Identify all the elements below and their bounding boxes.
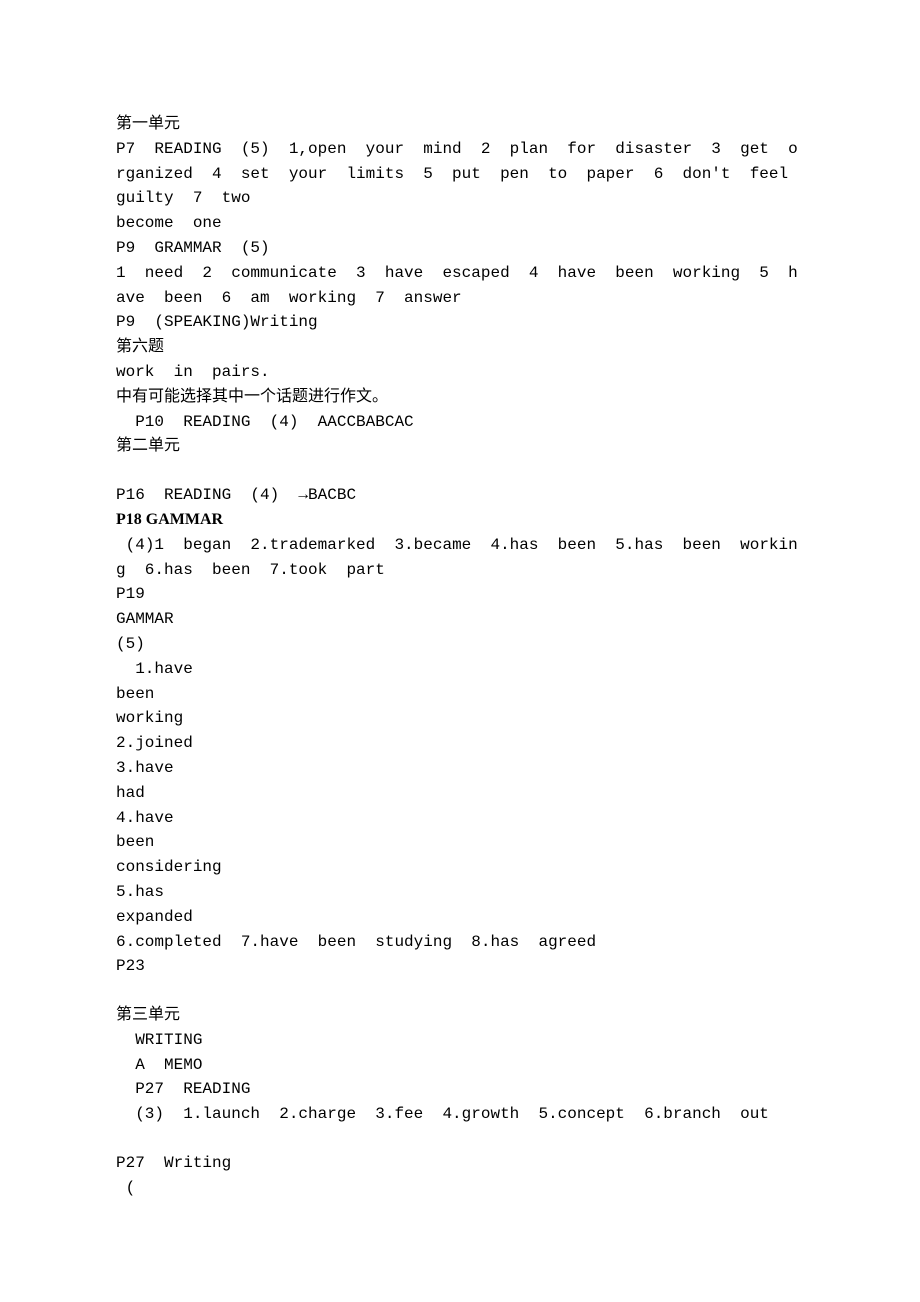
text-line: 2.joined xyxy=(116,731,804,756)
text-line: work in pairs. xyxy=(116,360,804,385)
text-line: 6.completed 7.have been studying 8.has a… xyxy=(116,930,804,955)
text-line: GAMMAR xyxy=(116,607,804,632)
text-line: 第六题 xyxy=(116,335,804,360)
text-line: P16 READING (4) →BACBC xyxy=(116,483,804,508)
text-line: 4.have xyxy=(116,806,804,831)
text-line: P7 READING (5) 1,open your mind 2 plan f… xyxy=(116,137,804,211)
text-line xyxy=(116,1127,804,1151)
text-line: 5.has xyxy=(116,880,804,905)
text-line: had xyxy=(116,781,804,806)
text-line: WRITING xyxy=(116,1028,804,1053)
text-line: P10 READING (4) AACCBABCAC xyxy=(116,410,804,435)
text-line xyxy=(116,979,804,1003)
text-line: working xyxy=(116,706,804,731)
text-line: (3) 1.launch 2.charge 3.fee 4.growth 5.c… xyxy=(116,1102,804,1127)
text-line: P27 Writing xyxy=(116,1151,804,1176)
text-line xyxy=(116,459,804,483)
text-line: 3.have xyxy=(116,756,804,781)
text-line: ( xyxy=(116,1176,804,1201)
text-line: P27 READING xyxy=(116,1077,804,1102)
text-line: been xyxy=(116,830,804,855)
text-line: expanded xyxy=(116,905,804,930)
text-line: 第二单元 xyxy=(116,434,804,459)
text-line: P23 xyxy=(116,954,804,979)
text-line: 1 need 2 communicate 3 have escaped 4 ha… xyxy=(116,261,804,311)
text-line: 第三单元 xyxy=(116,1003,804,1028)
text-line: (5) xyxy=(116,632,804,657)
text-line: P9 (SPEAKING)Writing xyxy=(116,310,804,335)
text-line: P9 GRAMMAR (5) xyxy=(116,236,804,261)
text-line: P18 GAMMAR xyxy=(116,508,804,533)
text-line: been xyxy=(116,682,804,707)
text-line: (4)1 began 2.trademarked 3.became 4.has … xyxy=(116,533,804,583)
text-line: A MEMO xyxy=(116,1053,804,1078)
text-line: P19 xyxy=(116,582,804,607)
document-body: 第一单元P7 READING (5) 1,open your mind 2 pl… xyxy=(116,112,804,1201)
text-line: 中有可能选择其中一个话题进行作文。 xyxy=(116,385,804,410)
text-line: become one xyxy=(116,211,804,236)
text-line: 1.have xyxy=(116,657,804,682)
text-line: considering xyxy=(116,855,804,880)
text-line: 第一单元 xyxy=(116,112,804,137)
document-page: 第一单元P7 READING (5) 1,open your mind 2 pl… xyxy=(0,0,920,1302)
